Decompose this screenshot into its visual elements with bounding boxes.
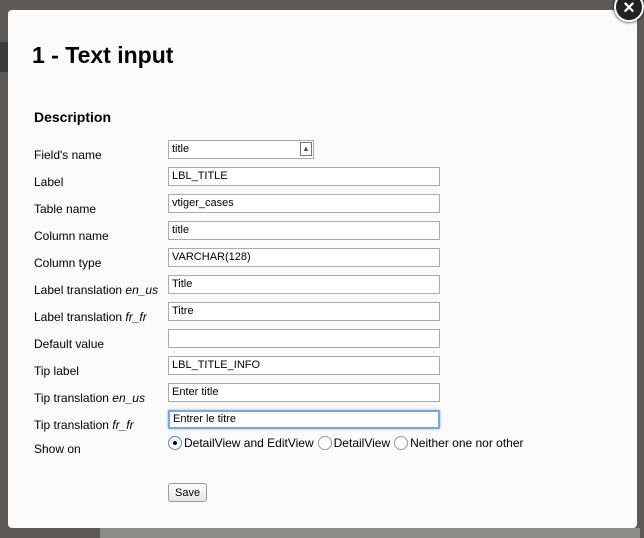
form-row: Tip translation en_us Enter title — [34, 383, 634, 411]
field-input-value: vtiger_cases — [172, 197, 234, 209]
radio-detail-and-edit[interactable] — [168, 436, 182, 450]
field-label-text: Tip translation — [34, 418, 113, 432]
show-on-radio-group: DetailView and EditView DetailView Neith… — [168, 436, 528, 450]
radio-label: DetailView — [333, 436, 391, 450]
radio-neither[interactable] — [394, 436, 409, 450]
form-row: Label translation en_us Title — [34, 275, 634, 303]
field-input[interactable]: Title — [168, 275, 440, 294]
field-input-value: VARCHAR(128) — [172, 251, 251, 263]
field-label: Table name — [34, 202, 96, 216]
form-row: Label LBL_TITLE — [34, 167, 634, 195]
field-label-text: Label — [34, 175, 64, 189]
form-row: Default value — [34, 329, 634, 357]
contact-card-icon[interactable]: ▲ — [300, 142, 312, 156]
field-label: Tip label — [34, 364, 79, 378]
field-label-text: Column name — [34, 229, 109, 243]
field-label-text: Tip label — [34, 364, 79, 378]
form-row: Field's name title ▲ — [34, 140, 634, 168]
field-label-locale: en_us — [125, 283, 159, 297]
field-input-value: Entrer le titre — [173, 413, 236, 425]
field-label: Default value — [34, 337, 104, 351]
field-input[interactable] — [168, 329, 440, 348]
field-input[interactable]: Entrer le titre — [168, 410, 440, 429]
form-row: Table name vtiger_cases — [34, 194, 634, 222]
field-label-locale: fr_fr — [112, 418, 134, 432]
field-label-text: Label translation — [34, 310, 126, 324]
field-input-value: Enter title — [172, 386, 219, 398]
field-input[interactable]: Titre — [168, 302, 440, 321]
field-input[interactable]: LBL_TITLE — [168, 167, 440, 186]
field-label-text: Column type — [34, 256, 102, 270]
field-label-text: Table name — [34, 202, 97, 216]
show-on-row: Show on DetailView and EditView DetailVi… — [34, 436, 634, 462]
radio-label: Neither one nor other — [410, 436, 524, 450]
field-label: Field's name — [34, 148, 102, 162]
section-heading: Description — [34, 109, 112, 125]
field-input[interactable]: LBL_TITLE_INFO — [168, 356, 440, 375]
background-page-bottom — [100, 528, 640, 538]
field-input[interactable]: VARCHAR(128) — [168, 248, 440, 267]
background-page — [0, 42, 8, 72]
form-row: Tip translation fr_fr Entrer le titre — [34, 410, 634, 438]
field-label: Label translation fr_fr — [34, 310, 147, 324]
field-label-text: Label translation — [34, 283, 126, 297]
field-input-value: title — [172, 224, 190, 236]
field-input[interactable]: vtiger_cases — [168, 194, 440, 213]
field-input[interactable]: title — [168, 140, 314, 159]
radio-label: DetailView and EditView — [184, 436, 314, 450]
field-label: Label — [34, 175, 63, 189]
form-row: Column name title — [34, 221, 634, 249]
field-label-text: Default value — [34, 337, 105, 351]
field-label-locale: fr_fr — [125, 310, 147, 324]
save-button[interactable]: Save — [168, 483, 208, 502]
show-on-label: Show on — [34, 442, 81, 456]
modal-title: 1 - Text input — [32, 42, 174, 68]
radio-detail[interactable] — [317, 436, 332, 450]
field-label-text: Field's name — [34, 148, 102, 162]
field-input-value: LBL_TITLE — [172, 170, 228, 182]
field-label: Tip translation en_us — [34, 391, 145, 405]
field-label-text: Tip translation — [34, 391, 113, 405]
field-label-locale: en_us — [112, 391, 145, 405]
field-input-value: Titre — [172, 305, 194, 317]
field-input-value: title — [172, 143, 190, 155]
field-edit-modal: 1 - Text input Description Field's name t… — [8, 10, 637, 528]
field-input[interactable]: title — [168, 221, 440, 240]
form-row: Column type VARCHAR(128) — [34, 248, 634, 276]
field-input-value: Title — [172, 278, 193, 290]
field-label: Column name — [34, 229, 109, 243]
field-input-value: LBL_TITLE_INFO — [172, 359, 261, 371]
form-row: Label translation fr_fr Titre — [34, 302, 634, 330]
field-label: Tip translation fr_fr — [34, 418, 134, 432]
field-input[interactable]: Enter title — [168, 383, 440, 402]
form-row: Tip label LBL_TITLE_INFO — [34, 356, 634, 384]
field-label: Column type — [34, 256, 101, 270]
field-label: Label translation en_us — [34, 283, 158, 297]
